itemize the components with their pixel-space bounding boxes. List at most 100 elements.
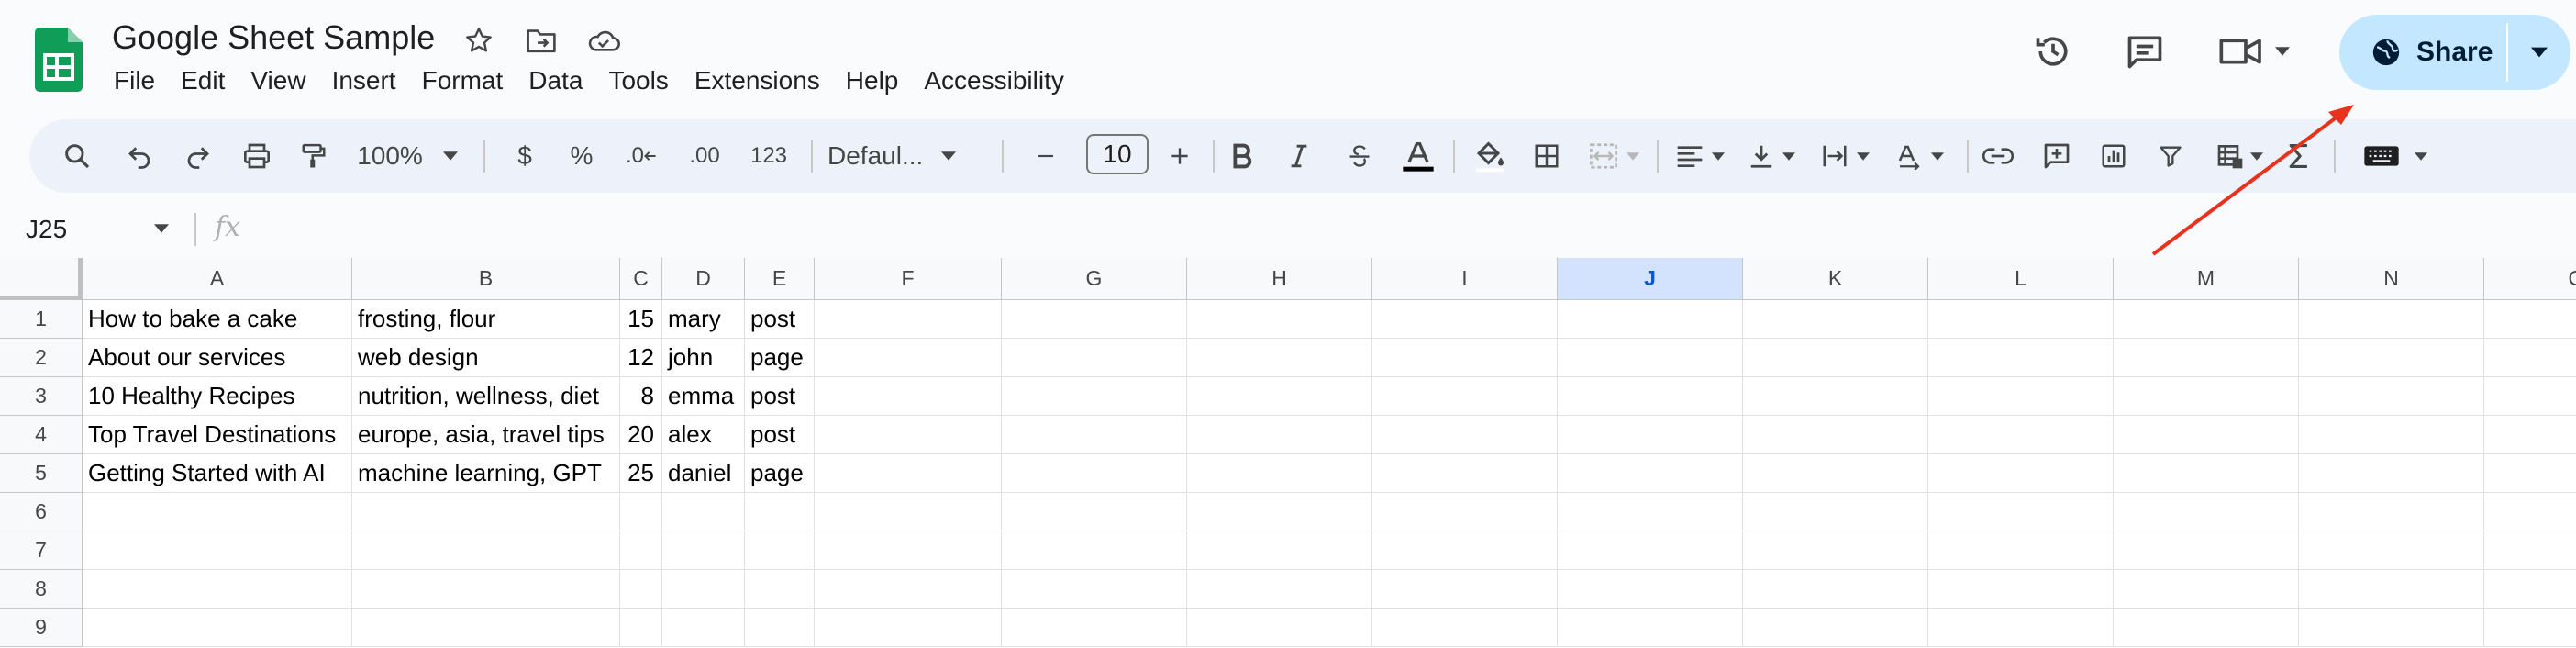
insert-comment-icon[interactable] [2035, 119, 2079, 193]
cell-i8[interactable] [1372, 570, 1558, 609]
cell-i9[interactable] [1372, 609, 1558, 647]
column-header-f[interactable]: F [815, 258, 1002, 300]
cell-d3[interactable]: emma [662, 377, 745, 416]
cell-a5[interactable]: Getting Started with AI [83, 454, 352, 493]
text-rotation-button[interactable] [1884, 119, 1954, 193]
cell-b3[interactable]: nutrition, wellness, diet [352, 377, 620, 416]
cell-d2[interactable]: john [662, 339, 745, 377]
cell-k4[interactable] [1743, 416, 1928, 454]
cell-e6[interactable] [745, 493, 815, 531]
cell-a3[interactable]: 10 Healthy Recipes [83, 377, 352, 416]
font-size-input[interactable]: 10 [1086, 134, 1149, 174]
column-header-o[interactable]: O [2484, 258, 2576, 300]
cell-l4[interactable] [1928, 416, 2114, 454]
star-icon[interactable] [461, 22, 497, 59]
menu-file[interactable]: File [101, 61, 168, 101]
cell-h4[interactable] [1187, 416, 1372, 454]
cell-n6[interactable] [2299, 493, 2484, 531]
sheets-logo[interactable] [35, 28, 83, 92]
column-header-b[interactable]: B [352, 258, 620, 300]
cell-e5[interactable]: page [745, 454, 815, 493]
cell-m2[interactable] [2114, 339, 2299, 377]
cell-e4[interactable]: post [745, 416, 815, 454]
cell-b1[interactable]: frosting, flour [352, 300, 620, 339]
row-header-5[interactable]: 5 [0, 454, 83, 493]
cell-b4[interactable]: europe, asia, travel tips [352, 416, 620, 454]
cell-f4[interactable] [815, 416, 1002, 454]
cell-h3[interactable] [1187, 377, 1372, 416]
bold-button[interactable] [1222, 119, 1262, 193]
cell-n8[interactable] [2299, 570, 2484, 609]
cell-d5[interactable]: daniel [662, 454, 745, 493]
cell-g9[interactable] [1002, 609, 1187, 647]
cell-i5[interactable] [1372, 454, 1558, 493]
cell-g5[interactable] [1002, 454, 1187, 493]
row-header-7[interactable]: 7 [0, 531, 83, 570]
cell-n4[interactable] [2299, 416, 2484, 454]
vertical-align-button[interactable] [1738, 119, 1805, 193]
cell-j6[interactable] [1558, 493, 1743, 531]
cell-f5[interactable] [815, 454, 1002, 493]
cell-o4[interactable] [2484, 416, 2576, 454]
cell-c7[interactable] [620, 531, 662, 570]
table-views-button[interactable] [2205, 119, 2273, 193]
cell-m9[interactable] [2114, 609, 2299, 647]
text-color-button[interactable] [1396, 119, 1440, 193]
cell-b2[interactable]: web design [352, 339, 620, 377]
cell-g1[interactable] [1002, 300, 1187, 339]
cell-g2[interactable] [1002, 339, 1187, 377]
row-header-9[interactable]: 9 [0, 609, 83, 647]
cell-b7[interactable] [352, 531, 620, 570]
column-header-e[interactable]: E [745, 258, 815, 300]
document-title[interactable]: Google Sheet Sample [112, 18, 435, 57]
cell-g7[interactable] [1002, 531, 1187, 570]
cell-i1[interactable] [1372, 300, 1558, 339]
row-header-1[interactable]: 1 [0, 300, 83, 339]
column-header-h[interactable]: H [1187, 258, 1372, 300]
column-header-m[interactable]: M [2114, 258, 2299, 300]
cell-g6[interactable] [1002, 493, 1187, 531]
input-tools-button[interactable] [2354, 119, 2437, 193]
cell-i2[interactable] [1372, 339, 1558, 377]
menu-insert[interactable]: Insert [319, 61, 409, 101]
cell-j3[interactable] [1558, 377, 1743, 416]
column-header-a[interactable]: A [83, 258, 352, 300]
cell-l2[interactable] [1928, 339, 2114, 377]
cell-n3[interactable] [2299, 377, 2484, 416]
borders-button[interactable] [1527, 119, 1567, 193]
cell-j7[interactable] [1558, 531, 1743, 570]
cell-j9[interactable] [1558, 609, 1743, 647]
cell-o1[interactable] [2484, 300, 2576, 339]
menu-accessibility[interactable]: Accessibility [911, 61, 1076, 101]
merge-cells-button[interactable] [1583, 119, 1644, 193]
cell-g3[interactable] [1002, 377, 1187, 416]
cell-o5[interactable] [2484, 454, 2576, 493]
cell-i3[interactable] [1372, 377, 1558, 416]
cell-h9[interactable] [1187, 609, 1372, 647]
cell-b5[interactable]: machine learning, GPT [352, 454, 620, 493]
menu-tools[interactable]: Tools [595, 61, 681, 101]
search-menus-icon[interactable] [57, 119, 97, 193]
cell-f9[interactable] [815, 609, 1002, 647]
italic-button[interactable] [1279, 119, 1319, 193]
cell-f6[interactable] [815, 493, 1002, 531]
spreadsheet-grid[interactable]: ABCDEFGHIJKLMNO 1How to bake a cakefrosti… [0, 258, 2576, 648]
cell-a1[interactable]: How to bake a cake [83, 300, 352, 339]
cell-o2[interactable] [2484, 339, 2576, 377]
filter-icon[interactable] [2149, 119, 2193, 193]
redo-icon[interactable] [178, 119, 218, 193]
cell-n9[interactable] [2299, 609, 2484, 647]
paint-format-icon[interactable] [294, 119, 334, 193]
cell-e2[interactable]: page [745, 339, 815, 377]
print-icon[interactable] [237, 119, 277, 193]
row-header-8[interactable]: 8 [0, 570, 83, 609]
cell-l9[interactable] [1928, 609, 2114, 647]
name-box[interactable]: J25 [26, 215, 67, 244]
cell-h7[interactable] [1187, 531, 1372, 570]
cell-n7[interactable] [2299, 531, 2484, 570]
cell-k2[interactable] [1743, 339, 1928, 377]
cell-e9[interactable] [745, 609, 815, 647]
menu-help[interactable]: Help [833, 61, 912, 101]
cell-l5[interactable] [1928, 454, 2114, 493]
decrease-font-size-button[interactable] [1026, 119, 1066, 193]
